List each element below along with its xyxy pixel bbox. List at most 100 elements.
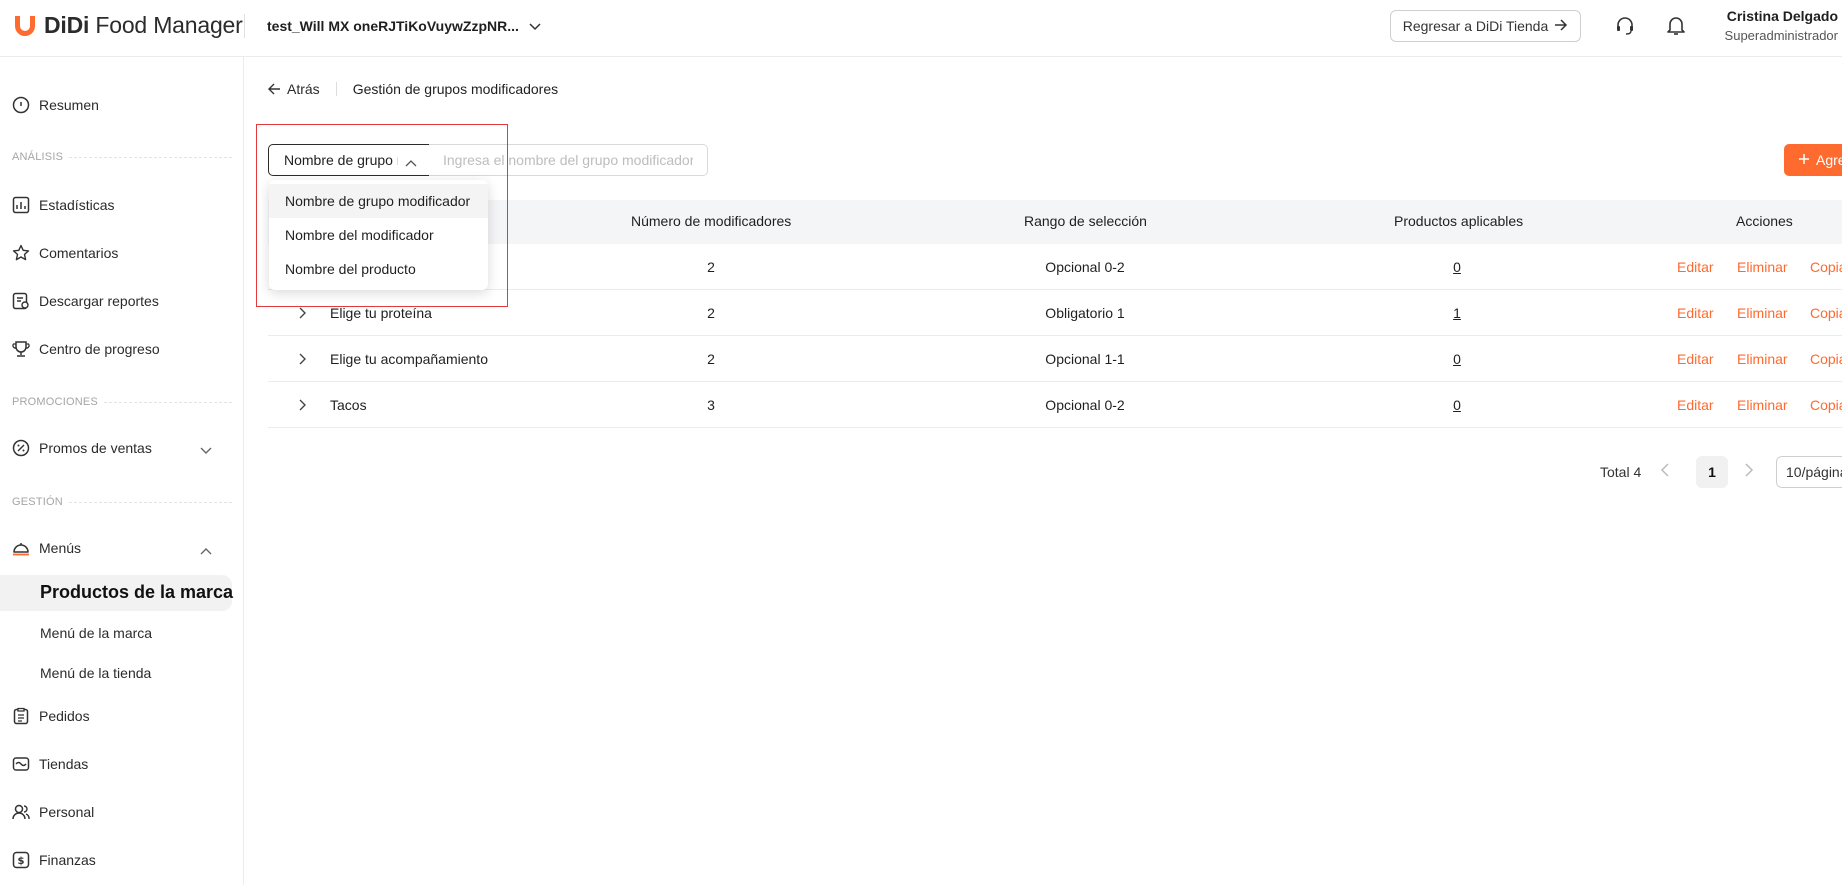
chevron-up-icon[interactable] (200, 542, 212, 558)
table-row: Elige tu acompañamiento 2 Opcional 1-1 0… (268, 336, 1842, 382)
group-name: Tacos (330, 397, 367, 413)
sidebar: Resumen ANÁLISIS Estadísticas Comentario… (0, 57, 244, 885)
sidebar-item-tiendas[interactable]: Tiendas (12, 751, 88, 777)
page-size-select[interactable]: 10/página (1776, 456, 1842, 488)
arrow-left-icon (268, 83, 280, 95)
chevron-up-icon (405, 154, 417, 170)
dollar-icon: $ (12, 851, 30, 869)
sidebar-item-resumen[interactable]: Resumen (12, 92, 99, 118)
user-info[interactable]: Cristina Delgado Superadministrador (1725, 8, 1838, 43)
add-modifier-group-button[interactable]: Agregar (1784, 144, 1842, 176)
modifier-count: 2 (707, 259, 715, 275)
header-productos-aplicables: Productos aplicables (1394, 213, 1524, 229)
user-name: Cristina Delgado (1726, 8, 1838, 24)
modifier-count: 2 (707, 351, 715, 367)
section-promociones: PROMOCIONES (12, 396, 232, 408)
section-analisis: ANÁLISIS (12, 151, 232, 163)
header-rango-seleccion: Rango de selección (1024, 213, 1147, 229)
sidebar-item-estadisticas[interactable]: Estadísticas (12, 192, 114, 218)
sidebar-item-comentarios[interactable]: Comentarios (12, 240, 118, 266)
user-role: Superadministrador (1724, 28, 1838, 43)
applicable-products-link[interactable]: 1 (1453, 305, 1461, 321)
header-acciones: Acciones (1736, 213, 1793, 229)
sidebar-item-menus[interactable]: Menús (12, 535, 81, 561)
sidebar-item-label: Tiendas (39, 756, 89, 772)
chevron-down-icon[interactable] (200, 442, 212, 458)
selection-range: Obligatorio 1 (1045, 305, 1125, 321)
applicable-products-link[interactable]: 0 (1453, 397, 1461, 413)
delete-button[interactable]: Eliminar (1737, 305, 1788, 321)
copy-button[interactable]: Copiar (1810, 351, 1842, 367)
sidebar-item-productos-de-la-marca[interactable]: Productos de la marca (40, 582, 233, 603)
logo-text: DiDi Food Manager (44, 11, 243, 38)
dropdown-option-nombre-modificador[interactable]: Nombre del modificador (269, 218, 488, 252)
plus-icon (1798, 152, 1810, 168)
sidebar-item-label: Comentarios (39, 245, 119, 261)
copy-button[interactable]: Copiar (1810, 305, 1842, 321)
home-icon (12, 96, 30, 114)
search-input[interactable] (429, 144, 708, 176)
sidebar-item-centro-de-progreso[interactable]: Centro de progreso (12, 336, 160, 362)
delete-button[interactable]: Eliminar (1737, 397, 1788, 413)
dropdown-option-nombre-grupo[interactable]: Nombre de grupo modificador (269, 184, 488, 218)
sidebar-item-menu-de-la-marca[interactable]: Menú de la marca (40, 625, 152, 641)
cloche-icon (13, 543, 29, 556)
sidebar-item-label: Promos de ventas (39, 440, 152, 456)
pagination-total: Total 4 (1600, 464, 1642, 480)
section-gestion: GESTIÓN (12, 496, 232, 508)
selection-range: Opcional 0-2 (1045, 259, 1125, 275)
modifier-count: 3 (707, 397, 715, 413)
applicable-products-link[interactable]: 0 (1453, 351, 1461, 367)
store-selector[interactable]: test_Will MX oneRJTiKoVuywZzpNR... (267, 15, 541, 37)
chevron-right-icon[interactable] (1744, 462, 1754, 481)
bell-icon[interactable] (1664, 14, 1688, 38)
pagination-current-page[interactable]: 1 (1696, 456, 1728, 488)
edit-button[interactable]: Editar (1677, 305, 1714, 321)
sidebar-item-label: Descargar reportes (39, 293, 159, 309)
back-store-label: Regresar a DiDi Tienda (1402, 18, 1549, 34)
users-icon (12, 804, 30, 820)
copy-button[interactable]: Copiar (1810, 397, 1842, 413)
table-row: Tacos 3 Opcional 0-2 0 Editar Eliminar C… (268, 382, 1842, 428)
chart-icon (12, 196, 30, 214)
applicable-products-link[interactable]: 0 (1453, 259, 1461, 275)
dropdown-option-nombre-producto[interactable]: Nombre del producto (269, 252, 488, 286)
table-row: Elige tu proteína 2 Obligatorio 1 1 Edit… (268, 290, 1842, 336)
clipboard-icon (13, 707, 29, 725)
sidebar-item-finanzas[interactable]: $ Finanzas (12, 847, 96, 873)
selection-range: Opcional 0-2 (1045, 397, 1125, 413)
chevron-right-icon[interactable] (293, 349, 313, 369)
filter-type-dropdown: Nombre de grupo modificador Nombre del m… (269, 180, 488, 290)
edit-button[interactable]: Editar (1677, 397, 1714, 413)
sidebar-item-promos-de-ventas[interactable]: Promos de ventas (12, 435, 152, 461)
sidebar-item-label: Centro de progreso (39, 341, 160, 357)
edit-button[interactable]: Editar (1677, 351, 1714, 367)
delete-button[interactable]: Eliminar (1737, 351, 1788, 367)
page-title: Gestión de grupos modificadores (352, 81, 559, 97)
copy-button[interactable]: Copiar (1810, 259, 1842, 275)
chevron-right-icon[interactable] (293, 303, 313, 323)
back-button[interactable]: Atrás (268, 81, 320, 97)
section-label: GESTIÓN (12, 496, 63, 508)
modifier-count: 2 (707, 305, 715, 321)
back-to-didi-store-button[interactable]: Regresar a DiDi Tienda (1390, 10, 1581, 42)
filter-type-select[interactable]: Nombre de grupo modificador (268, 144, 430, 176)
didi-logo[interactable]: DiDi Food Manager (12, 10, 243, 40)
didi-logo-icon (12, 13, 38, 37)
chevron-left-icon[interactable] (1660, 462, 1670, 481)
chevron-down-icon (529, 18, 541, 34)
chevron-right-icon[interactable] (293, 395, 313, 415)
sidebar-item-descargar-reportes[interactable]: Descargar reportes (12, 288, 159, 314)
sidebar-item-label: Menús (39, 540, 82, 556)
sidebar-item-personal[interactable]: Personal (12, 799, 94, 825)
sidebar-item-label: Finanzas (39, 852, 96, 868)
headset-icon[interactable] (1613, 14, 1637, 38)
star-icon (12, 244, 30, 261)
table-header: Número de modificadores Rango de selecci… (268, 200, 1842, 244)
delete-button[interactable]: Eliminar (1737, 259, 1788, 275)
store-icon (12, 757, 30, 771)
sidebar-item-pedidos[interactable]: Pedidos (12, 703, 90, 729)
add-button-label: Agregar (1816, 152, 1842, 168)
sidebar-item-menu-de-la-tienda[interactable]: Menú de la tienda (40, 665, 151, 681)
edit-button[interactable]: Editar (1677, 259, 1714, 275)
